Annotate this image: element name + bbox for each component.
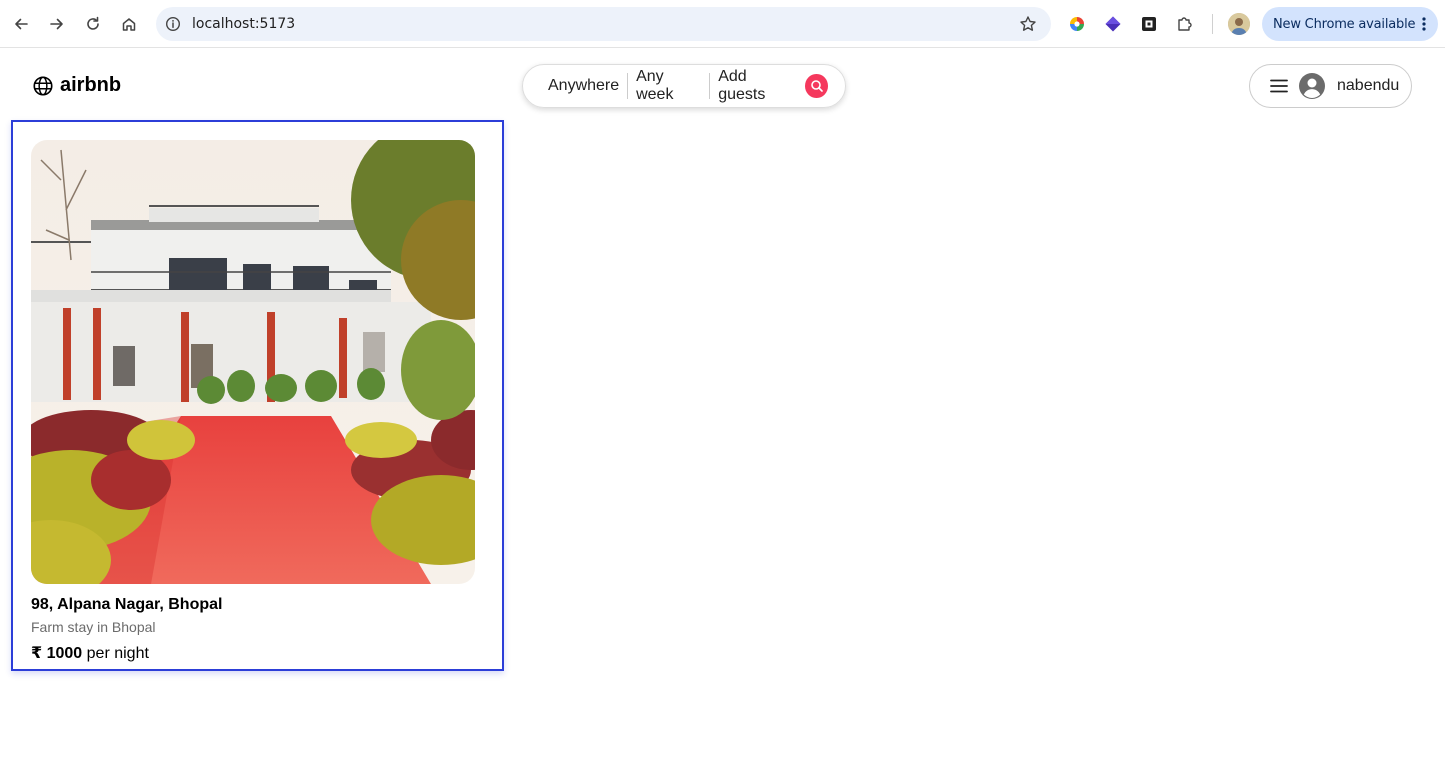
price-suffix: per night <box>86 645 149 662</box>
search-bar[interactable]: Anywhere Any week Add guests <box>522 64 846 108</box>
forward-button[interactable] <box>41 8 73 40</box>
listing-price: ₹ 1000 per night <box>31 643 149 663</box>
puzzle-icon[interactable] <box>1175 14 1195 34</box>
listing-photo[interactable] <box>31 140 475 584</box>
search-who[interactable]: Add guests <box>710 68 801 103</box>
search-when[interactable]: Any week <box>628 68 709 103</box>
hamburger-icon <box>1270 79 1288 93</box>
airbnb-logo[interactable]: airbnb <box>32 74 121 97</box>
extension-color-icon[interactable] <box>1067 14 1087 34</box>
listing-card[interactable]: 98, Alpana Nagar, Bhopal Farm stay in Bh… <box>11 120 504 671</box>
search-where[interactable]: Anywhere <box>540 72 627 100</box>
user-circle-icon <box>1299 73 1325 99</box>
price-amount: 1000 <box>46 645 83 662</box>
reload-button[interactable] <box>77 8 109 40</box>
back-button[interactable] <box>5 8 37 40</box>
search-button[interactable] <box>805 74 828 98</box>
price-currency: ₹ <box>31 645 43 662</box>
extension-square-icon[interactable] <box>1139 14 1159 34</box>
star-icon[interactable] <box>1019 15 1037 33</box>
arrow-left-icon <box>15 18 28 30</box>
profile-avatar[interactable] <box>1228 13 1250 35</box>
globe-icon <box>33 75 53 96</box>
update-label: New Chrome available <box>1273 16 1416 32</box>
arrow-right-icon <box>50 18 63 30</box>
user-menu-button[interactable]: nabendu <box>1249 64 1412 108</box>
home-icon <box>122 18 136 31</box>
home-button[interactable] <box>113 8 145 40</box>
extension-diamond-icon[interactable] <box>1103 14 1123 34</box>
toolbar-divider <box>1212 14 1213 34</box>
logo-text: airbnb <box>60 74 122 96</box>
chrome-update-button[interactable]: New Chrome available <box>1262 7 1438 41</box>
listing-subtitle: Farm stay in Bhopal <box>31 619 156 635</box>
address-bar[interactable]: localhost:5173 <box>156 7 1051 41</box>
search-icon <box>810 80 823 92</box>
listing-title: 98, Alpana Nagar, Bhopal <box>31 596 223 613</box>
url-text[interactable]: localhost:5173 <box>192 16 295 32</box>
browser-toolbar: localhost:5173 New Chrome available <box>0 0 1445 48</box>
reload-icon <box>87 16 99 30</box>
user-name: nabendu <box>1337 77 1400 94</box>
info-icon[interactable] <box>165 16 181 32</box>
more-vert-icon <box>1422 17 1426 31</box>
